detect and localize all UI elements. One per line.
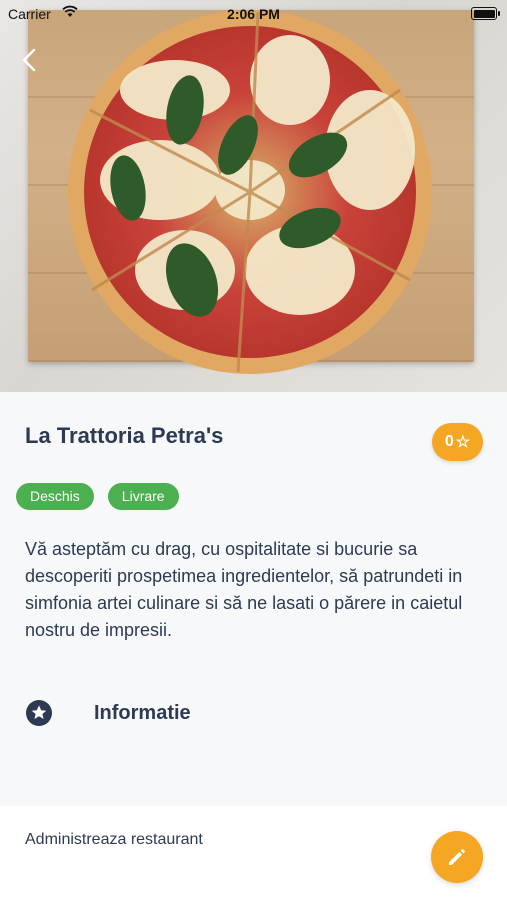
tag-list: Deschis Livrare (16, 483, 179, 510)
clock: 2:06 PM (227, 6, 280, 22)
admin-label[interactable]: Administreaza restaurant (25, 831, 203, 849)
back-button[interactable] (16, 46, 44, 74)
tag-open: Deschis (16, 483, 94, 510)
tag-delivery: Livrare (107, 483, 179, 510)
rating-button[interactable]: 0 ☆ (432, 423, 483, 461)
battery-icon (471, 7, 500, 20)
restaurant-description: Vă asteptăm cu drag, cu ospitalitate si … (25, 539, 463, 640)
status-bar: Carrier 2:06 PM (0, 0, 507, 26)
chevron-left-icon (22, 48, 36, 72)
star-outline-icon: ☆ (455, 434, 471, 451)
star-circle-icon (26, 700, 52, 726)
rating-value: 0 (444, 433, 454, 450)
edit-button[interactable] (431, 831, 483, 883)
info-section-header[interactable]: Informatie (25, 699, 191, 727)
pencil-icon (449, 849, 465, 865)
hero-image (0, 0, 507, 392)
restaurant-name: La Trattoria Petra's (25, 423, 224, 448)
pizza-illustration (68, 10, 432, 374)
info-section-label: Informatie (94, 701, 191, 724)
